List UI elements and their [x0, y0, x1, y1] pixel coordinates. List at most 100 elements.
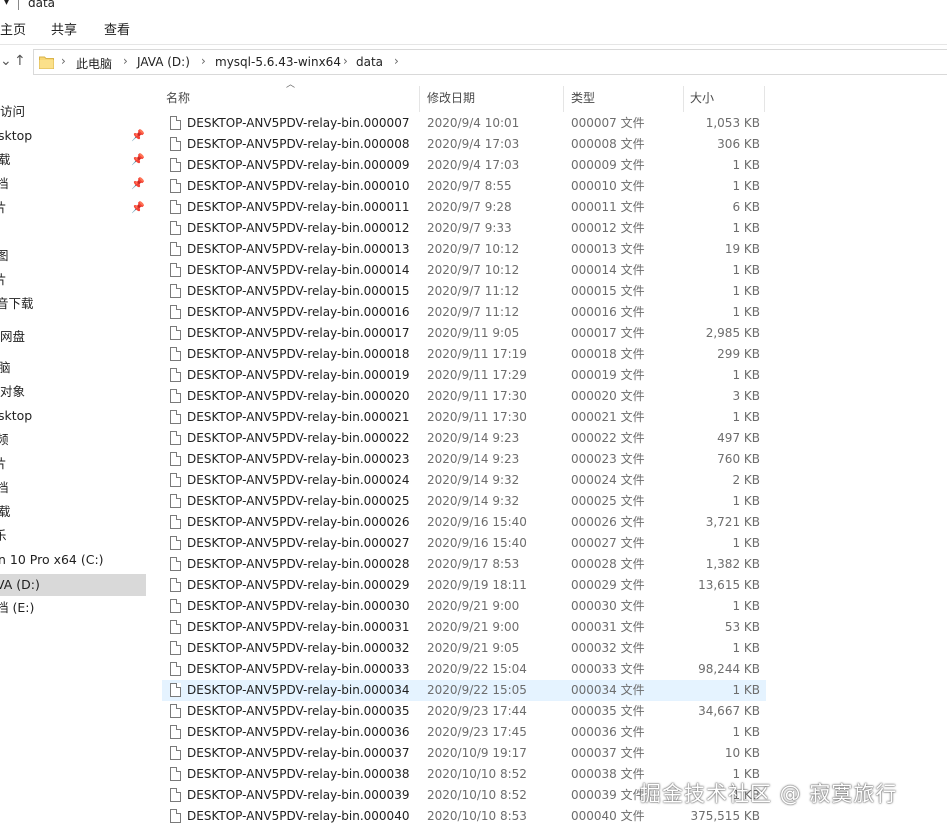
nav-item-cloud-drive[interactable]: 网盘 — [0, 326, 146, 348]
nav-item-downloads-pinned[interactable]: 载 📌 — [0, 149, 146, 171]
column-header-name[interactable]: 名称 — [166, 78, 190, 112]
file-row[interactable]: DESKTOP-ANV5PDV-relay-bin.000011 2020/9/7… — [162, 197, 766, 218]
nav-item-3d-objects[interactable]: 对象 — [0, 381, 146, 403]
file-row[interactable]: DESKTOP-ANV5PDV-relay-bin.000037 2020/10/… — [162, 743, 766, 764]
nav-item-photos[interactable]: 片 — [0, 269, 146, 291]
file-row[interactable]: DESKTOP-ANV5PDV-relay-bin.000023 2020/9/1… — [162, 449, 766, 470]
nav-item-videos[interactable]: 频 — [0, 429, 146, 451]
file-row[interactable]: DESKTOP-ANV5PDV-relay-bin.000022 2020/9/1… — [162, 428, 766, 449]
file-type: 000029 文件 — [571, 578, 645, 592]
nav-item-documents[interactable]: 档 — [0, 477, 146, 499]
nav-item-documents-pinned[interactable]: 档 📌 — [0, 173, 146, 195]
file-date: 2020/9/14 9:32 — [427, 473, 520, 487]
nav-item-label: 片 — [0, 200, 7, 215]
file-row[interactable]: DESKTOP-ANV5PDV-relay-bin.000008 2020/9/4… — [162, 134, 766, 155]
nav-item-downloads[interactable]: 载 — [0, 501, 146, 523]
nav-item-pictures-2[interactable]: 图 — [0, 245, 146, 267]
file-row[interactable]: DESKTOP-ANV5PDV-relay-bin.000021 2020/9/1… — [162, 407, 766, 428]
column-header-type[interactable]: 类型 — [571, 78, 595, 112]
file-row[interactable]: DESKTOP-ANV5PDV-relay-bin.000019 2020/9/1… — [162, 365, 766, 386]
nav-item-music-downloads[interactable]: 音下载 — [0, 293, 146, 315]
file-row[interactable]: DESKTOP-ANV5PDV-relay-bin.000010 2020/9/7… — [162, 176, 766, 197]
column-header-size[interactable]: 大小 — [690, 78, 714, 112]
file-row[interactable]: DESKTOP-ANV5PDV-relay-bin.000012 2020/9/7… — [162, 218, 766, 239]
breadcrumb-mysql-folder[interactable]: mysql-5.6.43-winx64 — [215, 55, 341, 69]
file-type: 000018 文件 — [571, 347, 645, 361]
file-icon — [170, 368, 181, 382]
file-row[interactable]: DESKTOP-ANV5PDV-relay-bin.000013 2020/9/7… — [162, 239, 766, 260]
file-row[interactable]: DESKTOP-ANV5PDV-relay-bin.000017 2020/9/1… — [162, 323, 766, 344]
nav-item-music[interactable]: 乐 — [0, 525, 146, 547]
breadcrumb-this-pc[interactable]: 此电脑 — [76, 55, 112, 72]
file-row[interactable]: DESKTOP-ANV5PDV-relay-bin.000028 2020/9/1… — [162, 554, 766, 575]
column-divider[interactable] — [764, 86, 765, 112]
nav-item-pictures-pinned[interactable]: 片 📌 — [0, 197, 146, 219]
file-row[interactable]: DESKTOP-ANV5PDV-relay-bin.000030 2020/9/2… — [162, 596, 766, 617]
file-icon — [170, 242, 181, 256]
file-icon — [170, 620, 181, 634]
file-date: 2020/9/7 9:28 — [427, 200, 512, 214]
nav-item-desktop[interactable]: sktop — [0, 405, 146, 427]
file-size: 13,615 KB — [698, 578, 760, 592]
file-size: 497 KB — [717, 431, 760, 445]
recent-locations-icon[interactable]: ⌄ — [0, 53, 12, 69]
file-date: 2020/9/17 8:53 — [427, 557, 520, 571]
file-date: 2020/9/7 9:33 — [427, 221, 512, 235]
file-row[interactable]: DESKTOP-ANV5PDV-relay-bin.000034 2020/9/2… — [162, 680, 766, 701]
folder-icon — [39, 56, 54, 69]
up-arrow-icon[interactable]: ↑ — [14, 53, 26, 69]
tab-view[interactable]: 查看 — [104, 19, 130, 38]
column-divider[interactable] — [419, 86, 420, 112]
address-bar[interactable]: › 此电脑 › JAVA (D:) › mysql-5.6.43-winx64 … — [33, 49, 947, 75]
file-row[interactable]: DESKTOP-ANV5PDV-relay-bin.000025 2020/9/1… — [162, 491, 766, 512]
file-row[interactable]: DESKTOP-ANV5PDV-relay-bin.000040 2020/10/… — [162, 806, 766, 827]
file-row[interactable]: DESKTOP-ANV5PDV-relay-bin.000009 2020/9/4… — [162, 155, 766, 176]
file-icon — [170, 284, 181, 298]
chevron-right-icon[interactable]: › — [201, 54, 206, 68]
file-row[interactable]: DESKTOP-ANV5PDV-relay-bin.000029 2020/9/1… — [162, 575, 766, 596]
file-date: 2020/9/21 9:00 — [427, 620, 520, 634]
file-row[interactable]: DESKTOP-ANV5PDV-relay-bin.000014 2020/9/7… — [162, 260, 766, 281]
file-size: 1 KB — [732, 599, 760, 613]
column-header-date[interactable]: 修改日期 — [427, 78, 475, 112]
breadcrumb-data-folder[interactable]: data — [356, 55, 383, 69]
file-row[interactable]: DESKTOP-ANV5PDV-relay-bin.000026 2020/9/1… — [162, 512, 766, 533]
chevron-right-icon[interactable]: › — [123, 54, 128, 68]
file-icon — [170, 662, 181, 676]
nav-item-drive-e[interactable]: 档 (E:) — [0, 597, 146, 619]
file-row[interactable]: DESKTOP-ANV5PDV-relay-bin.000007 2020/9/4… — [162, 113, 766, 134]
file-row[interactable]: DESKTOP-ANV5PDV-relay-bin.000018 2020/9/1… — [162, 344, 766, 365]
file-row[interactable]: DESKTOP-ANV5PDV-relay-bin.000031 2020/9/2… — [162, 617, 766, 638]
file-row[interactable]: DESKTOP-ANV5PDV-relay-bin.000033 2020/9/2… — [162, 659, 766, 680]
file-type: 000009 文件 — [571, 158, 645, 172]
chevron-right-icon[interactable]: › — [343, 54, 348, 68]
file-name: DESKTOP-ANV5PDV-relay-bin.000030 — [187, 599, 410, 613]
chevron-right-icon[interactable]: › — [394, 54, 399, 68]
nav-item-label: 频 — [0, 432, 9, 447]
column-divider[interactable] — [683, 86, 684, 112]
file-row[interactable]: DESKTOP-ANV5PDV-relay-bin.000016 2020/9/7… — [162, 302, 766, 323]
file-row[interactable]: DESKTOP-ANV5PDV-relay-bin.000032 2020/9/2… — [162, 638, 766, 659]
nav-item-quick-access[interactable]: 访问 — [0, 101, 146, 123]
file-row[interactable]: DESKTOP-ANV5PDV-relay-bin.000035 2020/9/2… — [162, 701, 766, 722]
file-row[interactable]: DESKTOP-ANV5PDV-relay-bin.000036 2020/9/2… — [162, 722, 766, 743]
column-divider[interactable] — [563, 86, 564, 112]
file-type: 000027 文件 — [571, 536, 645, 550]
file-icon — [170, 158, 181, 172]
nav-item-this-pc[interactable]: 脑 — [0, 357, 146, 379]
file-row[interactable]: DESKTOP-ANV5PDV-relay-bin.000024 2020/9/1… — [162, 470, 766, 491]
tab-home[interactable]: 主页 — [0, 19, 26, 38]
nav-item-desktop-pinned[interactable]: sktop 📌 — [0, 125, 146, 147]
quick-access-dropdown-icon[interactable]: ▾ — [4, 0, 9, 8]
tab-share[interactable]: 共享 — [51, 19, 77, 38]
nav-item-pictures-3[interactable]: 片 — [0, 453, 146, 475]
file-date: 2020/9/23 17:44 — [427, 704, 527, 718]
nav-item-drive-c[interactable]: n 10 Pro x64 (C:) — [0, 549, 146, 571]
chevron-right-icon[interactable]: › — [61, 54, 66, 68]
file-row[interactable]: DESKTOP-ANV5PDV-relay-bin.000027 2020/9/1… — [162, 533, 766, 554]
breadcrumb-drive-d[interactable]: JAVA (D:) — [137, 55, 190, 69]
file-row[interactable]: DESKTOP-ANV5PDV-relay-bin.000020 2020/9/1… — [162, 386, 766, 407]
file-row[interactable]: DESKTOP-ANV5PDV-relay-bin.000015 2020/9/7… — [162, 281, 766, 302]
nav-item-drive-d[interactable]: VA (D:) — [0, 574, 146, 596]
file-type: 000020 文件 — [571, 389, 645, 403]
